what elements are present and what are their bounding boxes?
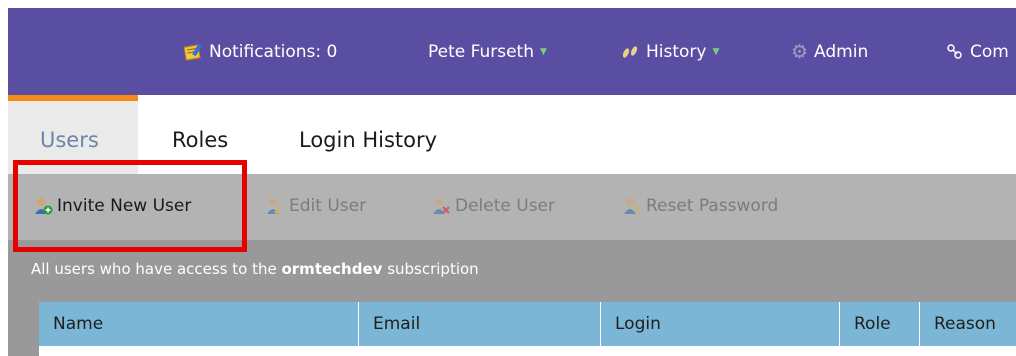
chevron-down-icon: ▼: [712, 46, 720, 57]
subscription-description: All users who have access to the ormtech…: [31, 260, 479, 278]
edit-user-button[interactable]: Edit User: [265, 196, 366, 216]
tab-roles[interactable]: Roles: [172, 128, 228, 152]
community-link[interactable]: Com: [946, 8, 1009, 95]
user-edit-icon: [265, 196, 285, 216]
user-menu[interactable]: Pete Furseth ▼: [428, 8, 547, 95]
tab-users[interactable]: Users: [40, 128, 99, 152]
tab-bar: Users Roles Login History: [8, 101, 1016, 174]
invite-new-user-label: Invite New User: [57, 196, 192, 216]
gear-icon: ⚙: [791, 40, 809, 63]
footprints-icon: [620, 44, 640, 60]
tab-login-history[interactable]: Login History: [299, 128, 437, 152]
delete-user-button[interactable]: Delete User: [431, 196, 555, 216]
history-menu[interactable]: History ▼: [620, 8, 719, 95]
description-suffix: subscription: [382, 260, 479, 278]
community-label: Com: [970, 41, 1009, 62]
column-header-role[interactable]: Role: [840, 302, 920, 346]
user-delete-icon: [431, 196, 451, 216]
user-key-icon: [622, 196, 642, 216]
user-name: Pete Furseth: [428, 41, 535, 62]
keys-icon: [946, 43, 964, 61]
notifications-link[interactable]: Notifications: 0: [183, 8, 337, 95]
user-add-icon: [33, 196, 53, 216]
admin-label: Admin: [814, 41, 869, 62]
column-header-login[interactable]: Login: [601, 302, 840, 346]
notifications-label: Notifications: 0: [209, 41, 338, 62]
user-toolbar: Invite New User Edit User Delete User Re…: [8, 174, 1016, 240]
invite-new-user-button[interactable]: Invite New User: [33, 196, 191, 216]
notepad-icon: [183, 43, 203, 61]
top-nav-bar: Notifications: 0 Pete Furseth ▼ History …: [8, 8, 1016, 95]
column-header-name[interactable]: Name: [39, 302, 359, 346]
chevron-down-icon: ▼: [540, 46, 547, 57]
column-header-reason[interactable]: Reason: [920, 302, 1016, 346]
admin-link[interactable]: ⚙ Admin: [791, 8, 868, 95]
users-panel: All users who have access to the ormtech…: [8, 240, 1016, 356]
description-prefix: All users who have access to the: [31, 260, 282, 278]
users-table-header: Name Email Login Role Reason: [39, 302, 1016, 346]
table-body-top: [39, 346, 1016, 356]
history-label: History: [646, 41, 707, 62]
column-header-email[interactable]: Email: [359, 302, 601, 346]
subscription-name: ormtechdev: [281, 260, 383, 278]
reset-password-label: Reset Password: [646, 196, 779, 216]
edit-user-label: Edit User: [289, 196, 367, 216]
delete-user-label: Delete User: [455, 196, 556, 216]
reset-password-button[interactable]: Reset Password: [622, 196, 778, 216]
